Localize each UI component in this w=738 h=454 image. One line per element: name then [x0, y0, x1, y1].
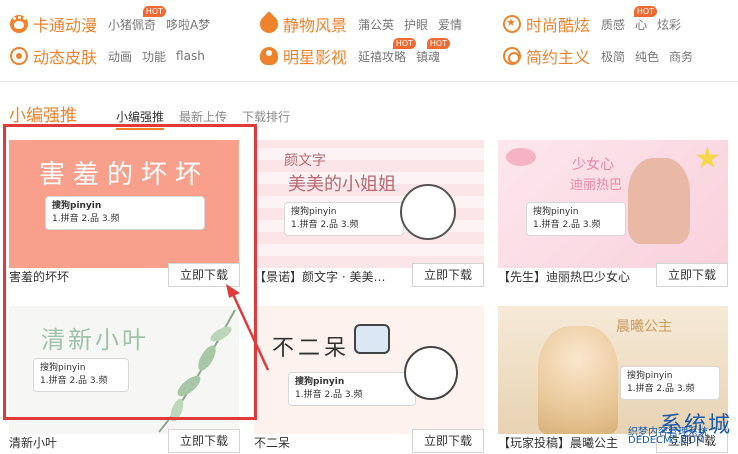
- category-link[interactable]: 商务: [669, 48, 693, 65]
- watermark-text: DEDECMS.COM: [628, 435, 705, 446]
- category-link[interactable]: 极简: [601, 48, 625, 65]
- category-title[interactable]: 静物风景: [283, 12, 347, 36]
- skin-name[interactable]: 【先生】迪丽热巴少女心: [498, 268, 648, 285]
- category-title[interactable]: 明星影视: [283, 44, 347, 68]
- category-link[interactable]: 心 HOT: [633, 5, 658, 33]
- target-icon: [503, 47, 521, 65]
- category-title[interactable]: 时尚酷炫: [526, 12, 590, 36]
- download-button[interactable]: 立即下载: [412, 263, 484, 287]
- thumb-subheading: 迪丽热巴: [570, 178, 623, 193]
- cartoon-reading-figure: [354, 324, 390, 354]
- princess-illustration: [538, 326, 618, 434]
- ime-preview: 搜狗pinyin 1.拼音 2.品 3.频: [288, 372, 416, 406]
- thumb-subheading: 美美的小姐姐: [288, 174, 396, 195]
- thumb-heading: 少女心: [572, 157, 614, 173]
- category-link[interactable]: 质感: [601, 16, 625, 33]
- category-link[interactable]: 护眼: [404, 16, 428, 33]
- thumb-heading: 晨曦公主: [616, 319, 672, 335]
- category-still: 静物风景 蒲公英 护眼 爱情: [256, 10, 472, 38]
- category-simple: 简约主义 极简 纯色 商务: [503, 42, 703, 70]
- category-nav: 卡通动漫 小猪佩奇HOT 哆啦A梦 静物风景 蒲公英 护眼 爱情 时尚酷炫 质感…: [0, 0, 738, 82]
- category-link[interactable]: 炫彩: [657, 16, 681, 33]
- download-button[interactable]: 立即下载: [412, 429, 484, 453]
- section-title: 小编强推: [9, 106, 77, 126]
- skin-name[interactable]: 清新小叶: [9, 434, 159, 451]
- category-dynamic: 动态皮肤 动画 功能 flash: [10, 42, 215, 70]
- category-link[interactable]: 纯色: [635, 48, 659, 65]
- hot-badge: HOT: [633, 5, 658, 17]
- ime-preview: 搜狗pinyin 1.拼音 2.品 3.频: [526, 202, 626, 236]
- cartoon-figure: [400, 184, 456, 240]
- category-link[interactable]: 镇魂 HOT: [416, 37, 451, 65]
- category-link[interactable]: 小猪佩奇 HOT: [108, 5, 167, 33]
- download-button[interactable]: 立即下载: [656, 263, 728, 287]
- hot-badge: HOT: [426, 37, 451, 49]
- ime-preview: 搜狗pinyin 1.拼音 2.品 3.频: [284, 202, 404, 236]
- category-fashion: 时尚酷炫 质感 心HOT 炫彩: [503, 5, 691, 38]
- ring-icon: [10, 47, 28, 65]
- category-title[interactable]: 动态皮肤: [33, 44, 97, 68]
- thumb-heading: 颜文字: [284, 153, 326, 169]
- category-star: 明星影视 延禧攻略 HOT 镇魂 HOT: [260, 37, 451, 70]
- category-link[interactable]: flash: [176, 49, 205, 63]
- skin-thumbnail[interactable]: 颜文字 美美的小姐姐 搜狗pinyin 1.拼音 2.品 3.频: [254, 140, 484, 268]
- ime-preview: 搜狗pinyin 1.拼音 2.品 3.频: [620, 366, 720, 400]
- category-link[interactable]: 哆啦A梦: [166, 16, 210, 33]
- category-link[interactable]: 爱情: [438, 16, 462, 33]
- hot-badge: HOT: [392, 37, 417, 49]
- cartoon-figure: [404, 346, 458, 400]
- category-link[interactable]: 延禧攻略 HOT: [358, 37, 417, 65]
- watermark: 系统城 织梦内容管理系统 DEDECMS.COM: [620, 405, 738, 454]
- person-icon: [260, 47, 278, 65]
- paw-icon: [10, 15, 28, 33]
- portrait-image: [628, 158, 690, 244]
- highlight-box: [3, 124, 257, 420]
- category-cartoon: 卡通动漫 小猪佩奇 HOT 哆啦A梦: [10, 5, 220, 38]
- category-link[interactable]: 动画: [108, 48, 132, 65]
- skin-thumbnail[interactable]: 不二呆 搜狗pinyin 1.拼音 2.品 3.频: [254, 306, 484, 434]
- skin-thumbnail[interactable]: 少女心 迪丽热巴 搜狗pinyin 1.拼音 2.品 3.频 ★: [498, 140, 728, 268]
- star-icon: [503, 15, 521, 33]
- thumb-heading: 不二呆: [272, 336, 351, 361]
- category-title[interactable]: 卡通动漫: [33, 12, 97, 36]
- skin-name[interactable]: 不二呆: [254, 434, 404, 451]
- category-link[interactable]: 功能: [142, 48, 166, 65]
- category-title[interactable]: 简约主义: [526, 44, 590, 68]
- category-link[interactable]: 蒲公英: [358, 16, 394, 33]
- star-deco-icon: ★: [694, 141, 721, 176]
- bow-icon: [506, 148, 536, 166]
- skin-name[interactable]: 【景诺】颜文字 · 美美…: [254, 268, 404, 285]
- hot-badge: HOT: [142, 5, 167, 17]
- leaf-icon: [256, 11, 282, 37]
- download-button[interactable]: 立即下载: [168, 429, 240, 453]
